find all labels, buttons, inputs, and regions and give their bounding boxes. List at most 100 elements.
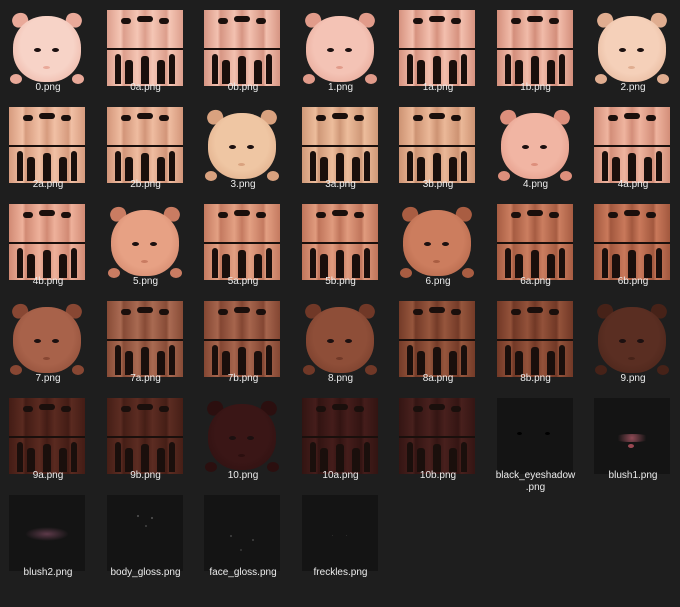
texture-cutout (238, 347, 246, 375)
file-tile[interactable]: 9b.png (98, 390, 194, 482)
face-head (305, 16, 374, 82)
file-tile[interactable]: freckles.png (293, 487, 389, 579)
file-tile[interactable]: 1a.png (390, 2, 486, 94)
file-name: face_gloss.png (209, 567, 277, 578)
file-tile[interactable]: 9.png (585, 293, 680, 385)
file-name: 10.png (227, 470, 259, 481)
texture-cutout (124, 60, 133, 84)
texture-cutout (309, 442, 316, 472)
texture-cutout (114, 54, 121, 84)
file-name: 9b.png (130, 470, 161, 481)
file-tile[interactable]: 4a.png (585, 99, 680, 191)
file-thumbnail (106, 301, 183, 377)
file-tile[interactable]: blush2.png (0, 487, 96, 579)
texture-cutout (558, 54, 565, 84)
texture-cutout (429, 113, 445, 119)
texture-cutout (363, 151, 370, 181)
texture-cutout (624, 113, 640, 119)
file-tile[interactable]: 4b.png (0, 196, 96, 288)
file-thumbnail (594, 107, 670, 183)
texture-cutout (514, 254, 523, 278)
file-tile[interactable]: 5.png (98, 196, 194, 288)
file-tile[interactable]: 8.png (293, 293, 389, 385)
file-tile[interactable]: 1b.png (488, 2, 584, 94)
texture-cutout (451, 115, 461, 121)
texture-cutout (218, 18, 228, 24)
file-tile[interactable]: 2a.png (0, 99, 96, 191)
file-tile[interactable]: 7a.png (98, 293, 194, 385)
texture-cutout (433, 347, 441, 375)
file-tile[interactable]: 7.png (0, 293, 96, 385)
file-tile[interactable]: blush1.png (585, 390, 680, 482)
texture-cutout (602, 248, 608, 278)
texture-cutout (136, 113, 153, 119)
texture-cutout (407, 54, 413, 84)
eye-right (344, 339, 352, 343)
texture-background (106, 495, 183, 571)
file-name: 1a.png (422, 82, 454, 93)
texture-cutout (429, 307, 445, 313)
texture-cutout (23, 115, 33, 121)
file-name: blush2.png (23, 567, 73, 578)
file-tile[interactable]: 0a.png (98, 2, 194, 94)
file-tile[interactable]: 3b.png (390, 99, 486, 191)
texture-cutout (17, 248, 23, 278)
file-thumbnail (204, 204, 280, 280)
file-thumbnail (594, 398, 670, 474)
file-tile[interactable]: 10a.png (293, 390, 389, 482)
eye-left (229, 145, 236, 149)
texture-cutout (120, 115, 131, 121)
eye-left (131, 242, 139, 246)
file-tile[interactable]: 0.png (0, 2, 96, 94)
file-tile[interactable]: 3a.png (293, 99, 389, 191)
file-tile[interactable]: 4.png (488, 99, 584, 191)
file-tile[interactable]: 3.png (195, 99, 291, 191)
texture-background (301, 495, 378, 571)
file-tile[interactable]: 9a.png (0, 390, 96, 482)
file-tile[interactable]: 6b.png (585, 196, 680, 288)
file-thumbnail (399, 398, 475, 474)
mouth (628, 357, 635, 360)
file-thumbnail (106, 10, 183, 86)
texture-cutout (363, 442, 370, 472)
file-tile[interactable]: 8b.png (488, 293, 584, 385)
texture-seam (106, 436, 183, 438)
texture-seam (496, 339, 573, 341)
mouth (238, 454, 245, 457)
file-grid: 0.png 0a.png 0b.png 1.png 1a.png 1b.png 2.png 2… (0, 0, 680, 607)
texture-seam (399, 145, 475, 147)
file-tile[interactable]: black_eyeshadow .png (488, 390, 584, 493)
texture-cutout (461, 151, 467, 181)
file-tile[interactable]: 10.png (195, 390, 291, 482)
file-tile[interactable]: 0b.png (195, 2, 291, 94)
file-tile[interactable]: 7b.png (195, 293, 291, 385)
file-thumbnail (496, 204, 573, 280)
texture-cutout (461, 54, 467, 84)
file-tile[interactable]: 6.png (390, 196, 486, 288)
texture-cutout (504, 345, 511, 375)
file-tile[interactable]: 8a.png (390, 293, 486, 385)
texture-cutout (548, 18, 559, 24)
file-tile[interactable]: 2.png (585, 2, 680, 94)
file-name: 2.png (620, 82, 646, 93)
file-tile[interactable]: 10b.png (390, 390, 486, 482)
file-tile[interactable]: body_gloss.png (98, 487, 194, 579)
texture-cutout (266, 248, 272, 278)
file-tile[interactable]: 5a.png (195, 196, 291, 288)
face-head (500, 113, 569, 179)
gloss-dot (252, 539, 254, 541)
texture-cutout (449, 157, 457, 181)
file-tile[interactable]: 1.png (293, 2, 389, 94)
file-name: 3.png (230, 179, 256, 190)
file-name: 5a.png (227, 276, 259, 287)
file-tile[interactable]: 5b.png (293, 196, 389, 288)
file-tile[interactable]: 2b.png (98, 99, 194, 191)
texture-cutout (156, 351, 165, 375)
texture-cutout (644, 157, 652, 181)
file-tile[interactable]: face_gloss.png (195, 487, 291, 579)
texture-seam (106, 145, 183, 147)
file-tile[interactable]: 6a.png (488, 196, 584, 288)
texture-cutout (451, 406, 461, 412)
texture-seam (106, 339, 183, 341)
file-thumbnail (301, 204, 378, 280)
